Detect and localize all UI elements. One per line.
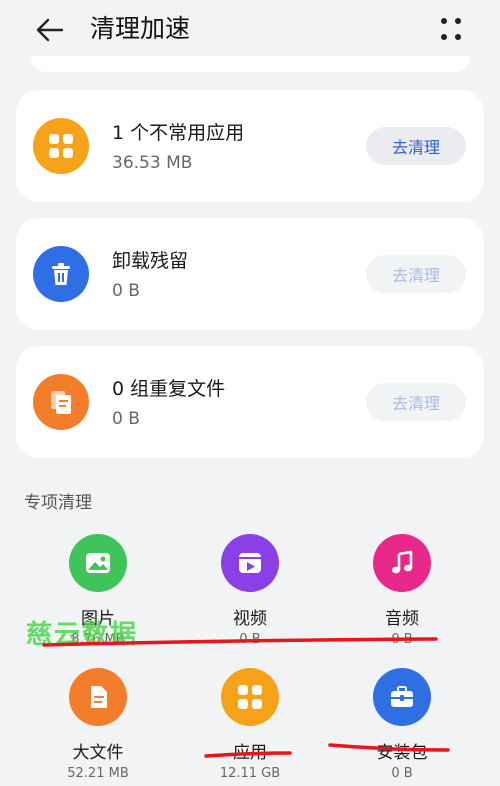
collapsed-card-edge [30, 56, 470, 72]
category-apps[interactable]: 应用 12.11 GB [190, 668, 310, 781]
card-size: 0 B [112, 409, 140, 429]
category-label: 音频 [385, 609, 419, 629]
category-label: 应用 [233, 743, 267, 763]
category-size: 12.11 GB [219, 766, 281, 781]
clean-button[interactable]: 去清理 [366, 127, 466, 165]
clean-button[interactable]: 去清理 [366, 255, 466, 293]
package-icon [373, 668, 431, 726]
more-options-icon[interactable] [430, 12, 470, 48]
category-size: 0 B [391, 632, 413, 647]
clean-button[interactable]: 去清理 [366, 383, 466, 421]
card-size: 0 B [112, 281, 140, 301]
card-size: 36.53 MB [112, 153, 193, 173]
card-title: 0 组重复文件 [112, 378, 226, 400]
category-large-files[interactable]: 大文件 52.21 MB [38, 668, 158, 781]
section-title: 专项清理 [24, 493, 92, 513]
duplicate-files-card[interactable]: 0 组重复文件 0 B 去清理 [16, 346, 484, 458]
duplicate-files-icon [33, 374, 89, 430]
category-size: 52.21 MB [67, 766, 129, 781]
card-title: 1 个不常用应用 [112, 122, 245, 144]
category-size: 0 B [239, 632, 261, 647]
category-videos[interactable]: 视频 0 B [190, 534, 310, 647]
page-title: 清理加速 [90, 14, 191, 43]
apps-icon [33, 118, 89, 174]
document-icon [69, 668, 127, 726]
image-icon [69, 534, 127, 592]
music-icon [373, 534, 431, 592]
watermark: 慈云数据 [26, 620, 139, 650]
header: 清理加速 [0, 0, 500, 60]
trash-icon [33, 246, 89, 302]
category-label: 安装包 [376, 743, 428, 763]
uninstall-residue-card[interactable]: 卸载残留 0 B 去清理 [16, 218, 484, 330]
category-size: 0 B [391, 766, 413, 781]
video-icon [221, 534, 279, 592]
card-title: 卸载残留 [112, 250, 189, 272]
category-label: 视频 [233, 609, 267, 629]
apps-icon [221, 668, 279, 726]
category-audio[interactable]: 音频 0 B [342, 534, 462, 647]
category-label: 大文件 [72, 743, 124, 763]
back-arrow-icon[interactable] [32, 12, 68, 48]
category-packages[interactable]: 安装包 0 B [342, 668, 462, 781]
unused-apps-card[interactable]: 1 个不常用应用 36.53 MB 去清理 [16, 90, 484, 202]
